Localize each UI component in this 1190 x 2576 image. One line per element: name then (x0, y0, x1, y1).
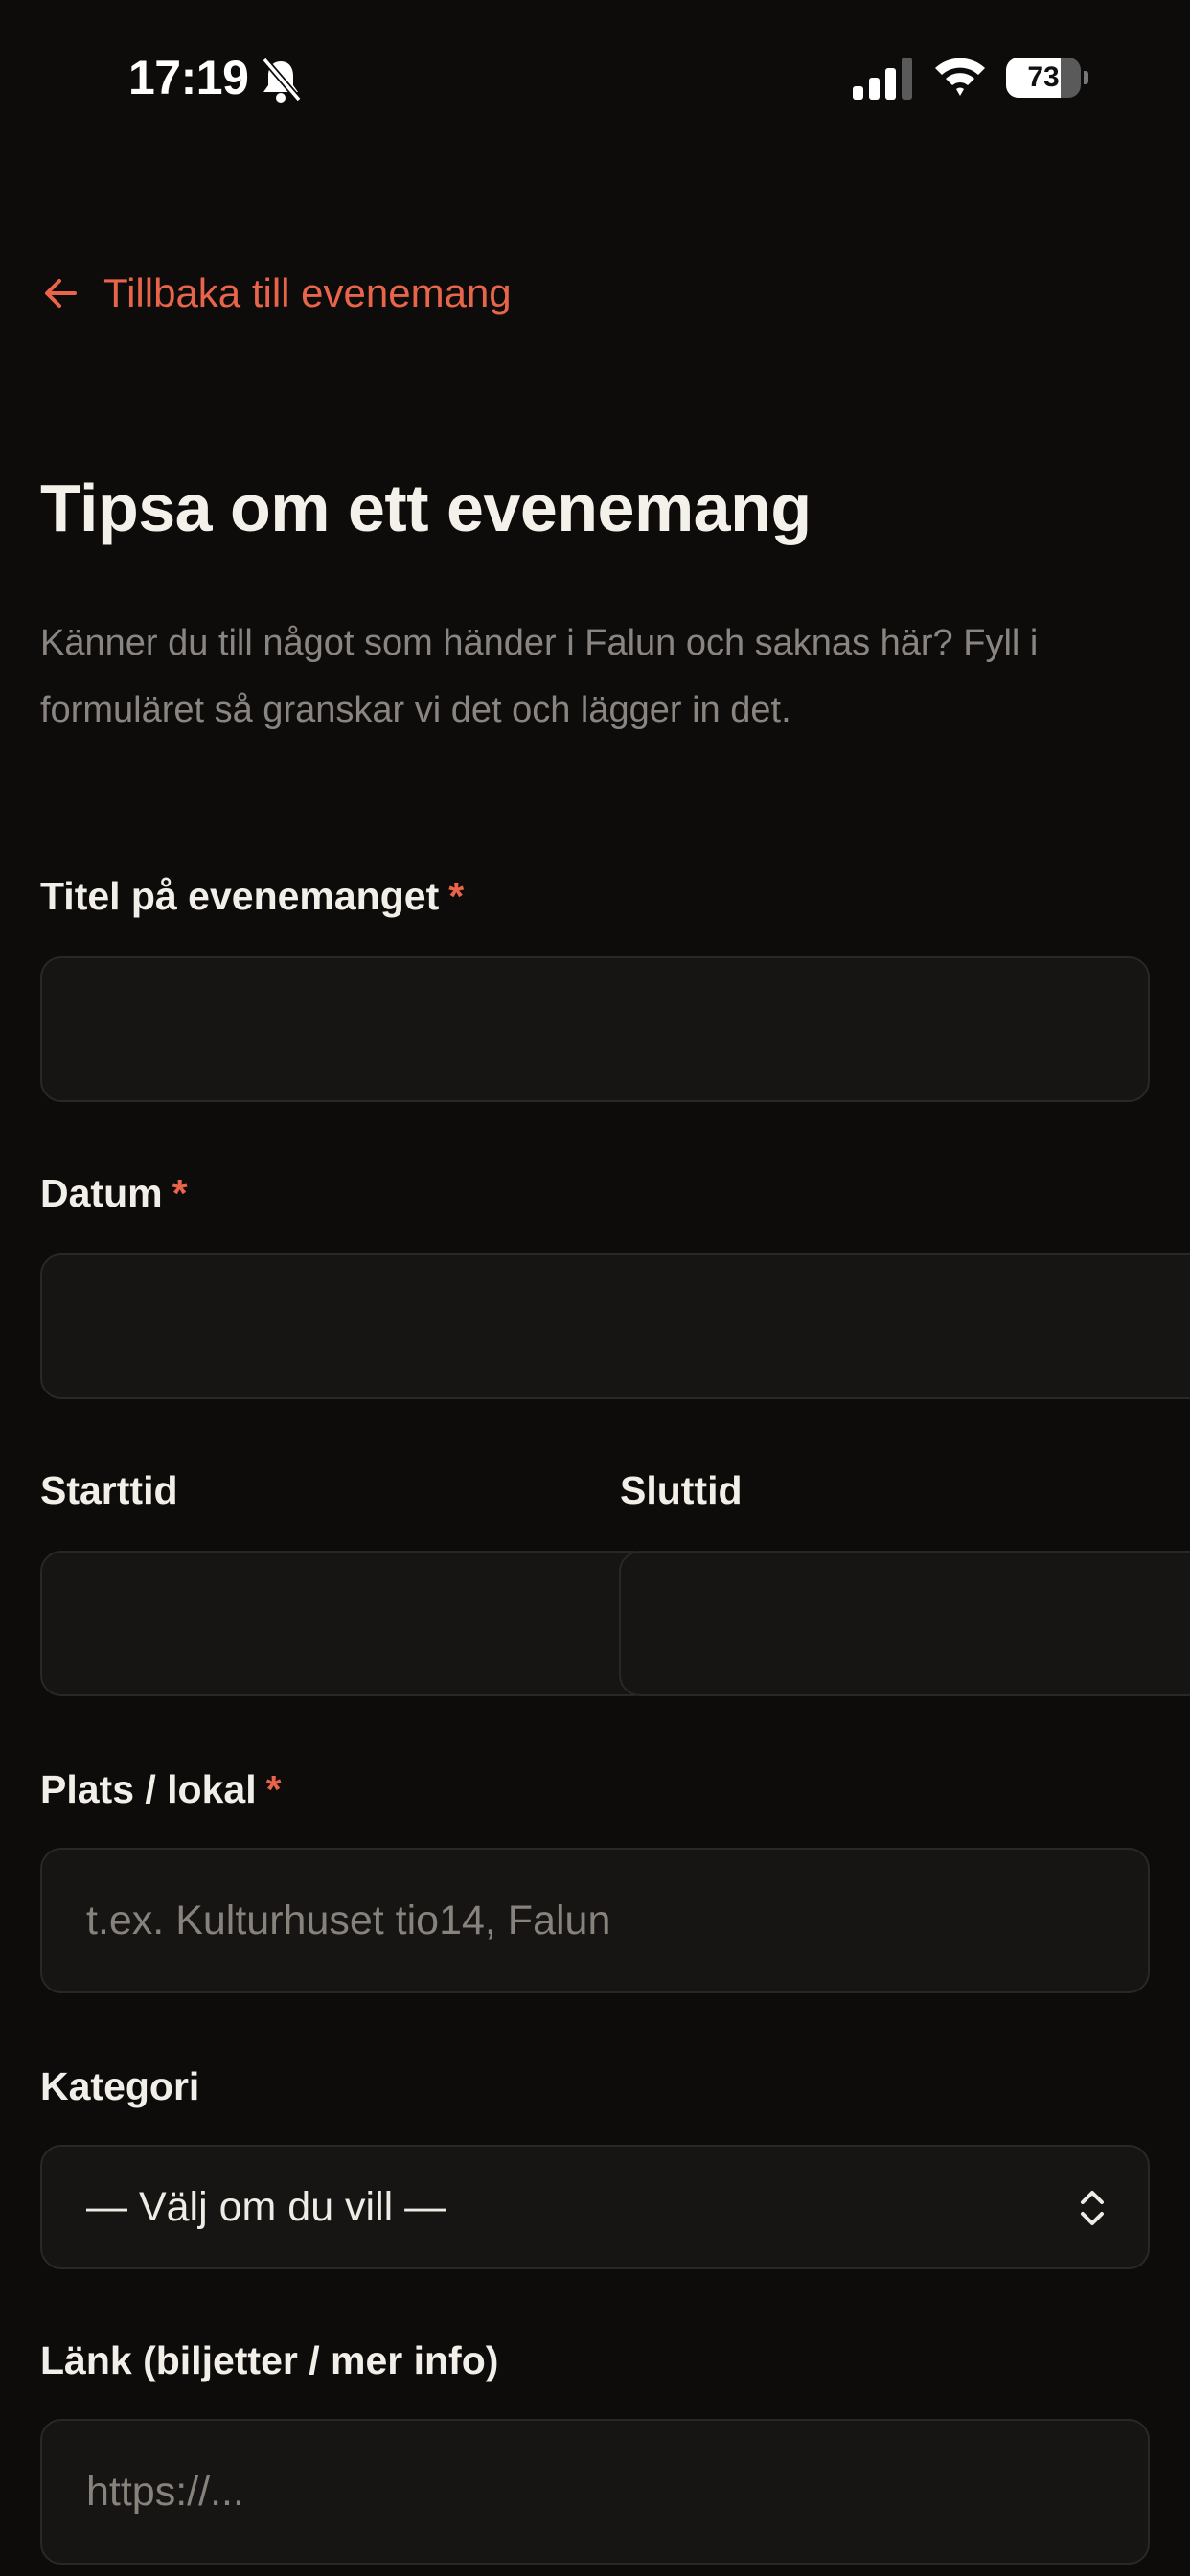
start-time-label: Starttid (40, 1468, 178, 1512)
category-selected-value: — Välj om du vill — (86, 2184, 446, 2230)
required-mark: * (265, 1767, 282, 1811)
page-title: Tipsa om ett evenemang (40, 471, 812, 545)
link-input[interactable]: https://... (40, 2419, 1150, 2564)
link-placeholder: https://... (86, 2469, 244, 2515)
back-link-label: Tillbaka till evenemang (103, 270, 512, 315)
location-placeholder: t.ex. Kulturhuset tio14, Falun (86, 1898, 611, 1944)
battery-icon: 73 (1006, 58, 1088, 98)
bell-slash-icon (262, 57, 302, 103)
required-mark: * (172, 1171, 188, 1215)
wifi-icon (935, 58, 985, 96)
end-time-label: Sluttid (620, 1468, 743, 1512)
location-label-text: Plats / lokal (40, 1767, 257, 1811)
date-label: Datum * (40, 1171, 188, 1216)
signal-icon (853, 58, 912, 100)
start-time-input[interactable] (40, 1551, 653, 1696)
arrow-left-icon (45, 279, 77, 308)
category-select[interactable]: — Välj om du vill — (40, 2145, 1150, 2269)
event-title-label: Titel på evenemanget * (40, 874, 464, 919)
chevron-up-down-icon (1081, 2191, 1104, 2225)
link-label: Länk (biljetter / mer info) (40, 2338, 499, 2382)
event-title-label-text: Titel på evenemanget (40, 874, 440, 918)
page-intro: Känner du till något som händer i Falun … (40, 623, 1039, 730)
status-time: 17:19 (128, 51, 249, 104)
back-to-events-link[interactable]: Tillbaka till evenemang (40, 270, 512, 316)
location-label: Plats / lokal * (40, 1767, 282, 1812)
date-input[interactable] (40, 1254, 1190, 1399)
location-input[interactable]: t.ex. Kulturhuset tio14, Falun (40, 1848, 1150, 1993)
event-title-input[interactable] (40, 956, 1150, 1102)
end-time-input[interactable] (619, 1551, 1190, 1696)
category-label: Kategori (40, 2064, 200, 2108)
battery-percentage: 73 (1027, 61, 1060, 93)
required-mark: * (448, 874, 465, 918)
date-label-text: Datum (40, 1171, 163, 1215)
